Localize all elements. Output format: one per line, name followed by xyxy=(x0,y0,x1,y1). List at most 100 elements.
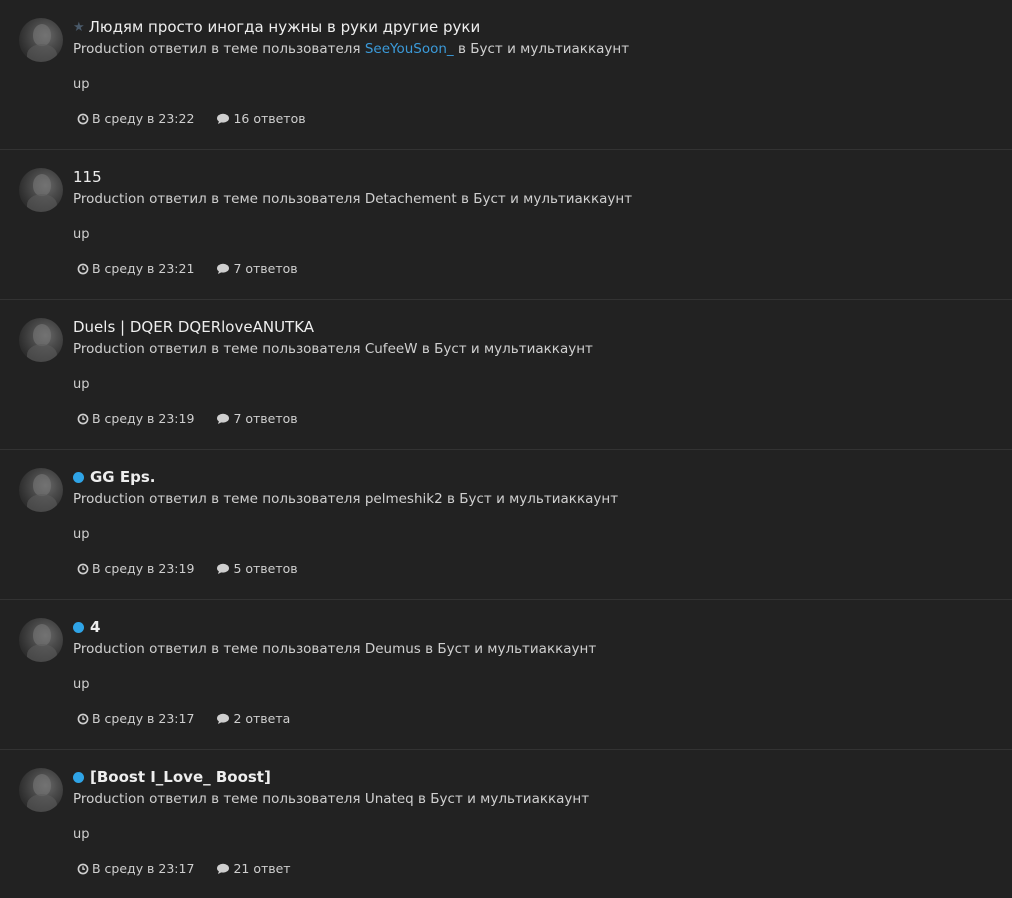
forum-link[interactable]: Буст и мультиаккаунт xyxy=(473,191,632,207)
clock-icon xyxy=(77,413,89,424)
topic-author-link[interactable]: SeeYouSoon_ xyxy=(365,41,454,57)
comment-icon xyxy=(217,263,230,274)
unread-dot-icon xyxy=(73,621,84,633)
action-text: ответил в теме пользователя xyxy=(149,191,361,207)
post-time[interactable]: В среду в 23:19 xyxy=(77,561,194,576)
topic-title-link[interactable]: 115 xyxy=(73,168,102,186)
star-icon: ★ xyxy=(73,19,85,35)
in-label: в xyxy=(460,191,469,207)
action-text: ответил в теме пользователя xyxy=(149,491,361,507)
post-time-text: В среду в 23:17 xyxy=(92,861,195,876)
clock-icon xyxy=(77,563,89,574)
topic-title-text: Людям просто иногда нужны в руки другие … xyxy=(88,18,481,36)
forum-link[interactable]: Буст и мультиаккаунт xyxy=(434,341,593,357)
activity-entry: 115 Production ответил в теме пользовате… xyxy=(0,150,1012,300)
forum-link[interactable]: Буст и мультиаккаунт xyxy=(459,491,618,507)
topic-author-link[interactable]: Detachement xyxy=(365,191,457,207)
action-text: ответил в теме пользователя xyxy=(149,641,361,657)
forum-link[interactable]: Буст и мультиаккаунт xyxy=(437,641,596,657)
avatar[interactable] xyxy=(19,168,63,212)
post-time-text: В среду в 23:19 xyxy=(92,561,195,576)
topic-author-link[interactable]: Unateq xyxy=(365,791,414,807)
in-label: в xyxy=(418,791,426,807)
clock-icon xyxy=(77,263,89,274)
activity-entry: Duels | DQER DQERloveANUTKA Production о… xyxy=(0,300,1012,450)
action-text: ответил в теме пользователя xyxy=(149,41,361,57)
topic-title-link[interactable]: 4 xyxy=(73,618,100,636)
comment-icon xyxy=(217,113,230,124)
clock-icon xyxy=(77,863,89,874)
action-text: ответил в теме пользователя xyxy=(149,791,361,807)
author-link[interactable]: Production xyxy=(73,491,145,507)
entry-footer: В среду в 23:21 7 ответов xyxy=(77,261,298,276)
replies-count[interactable]: 2 ответа xyxy=(216,711,290,726)
post-time[interactable]: В среду в 23:19 xyxy=(77,411,194,426)
post-time[interactable]: В среду в 23:17 xyxy=(77,711,194,726)
post-snippet: up xyxy=(73,827,90,842)
post-time-text: В среду в 23:17 xyxy=(92,711,195,726)
topic-title-link[interactable]: [Boost I_Love_ Boost] xyxy=(73,768,271,786)
topic-title-link[interactable]: Duels | DQER DQERloveANUTKA xyxy=(73,318,314,336)
entry-footer: В среду в 23:19 5 ответов xyxy=(77,561,298,576)
activity-feed: ★ Людям просто иногда нужны в руки други… xyxy=(0,0,1012,898)
post-time-text: В среду в 23:19 xyxy=(92,411,195,426)
replies-count-text: 2 ответа xyxy=(233,711,291,726)
forum-link[interactable]: Буст и мультиаккаунт xyxy=(430,791,589,807)
activity-entry: [Boost I_Love_ Boost] Production ответил… xyxy=(0,750,1012,898)
action-text: ответил в теме пользователя xyxy=(149,341,361,357)
activity-entry: GG Eps. Production ответил в теме пользо… xyxy=(0,450,1012,600)
in-label: в xyxy=(421,341,430,357)
author-link[interactable]: Production xyxy=(73,341,145,357)
author-link[interactable]: Production xyxy=(73,641,145,657)
post-time[interactable]: В среду в 23:21 xyxy=(77,261,194,276)
activity-entry: ★ Людям просто иногда нужны в руки други… xyxy=(0,0,1012,150)
replies-count[interactable]: 5 ответов xyxy=(216,561,298,576)
topic-title-text: [Boost I_Love_ Boost] xyxy=(90,768,271,786)
author-link[interactable]: Production xyxy=(73,41,145,57)
topic-author-link[interactable]: Deumus xyxy=(365,641,421,657)
in-label: в xyxy=(446,491,455,507)
avatar[interactable] xyxy=(19,468,63,512)
topic-title-text: 115 xyxy=(73,168,102,186)
topic-title-text: GG Eps. xyxy=(90,468,156,486)
topic-author-link[interactable]: CufeeW xyxy=(365,341,418,357)
replies-count[interactable]: 16 ответов xyxy=(216,111,306,126)
replies-count[interactable]: 7 ответов xyxy=(216,261,298,276)
replies-count[interactable]: 7 ответов xyxy=(216,411,298,426)
topic-title-link[interactable]: GG Eps. xyxy=(73,468,155,486)
replies-count[interactable]: 21 ответ xyxy=(216,861,291,876)
comment-icon xyxy=(217,713,230,724)
activity-meta: Production ответил в теме пользователя C… xyxy=(73,341,593,357)
replies-count-text: 7 ответов xyxy=(233,411,298,426)
topic-author-link[interactable]: pelmeshik2 xyxy=(365,491,443,507)
avatar[interactable] xyxy=(19,18,63,62)
avatar[interactable] xyxy=(19,768,63,812)
post-time-text: В среду в 23:22 xyxy=(92,111,195,126)
replies-count-text: 16 ответов xyxy=(233,111,306,126)
replies-count-text: 5 ответов xyxy=(233,561,298,576)
forum-link[interactable]: Буст и мультиаккаунт xyxy=(470,41,629,57)
post-time[interactable]: В среду в 23:22 xyxy=(77,111,194,126)
activity-meta: Production ответил в теме пользователя p… xyxy=(73,491,618,507)
activity-meta: Production ответил в теме пользователя D… xyxy=(73,641,596,657)
replies-count-text: 21 ответ xyxy=(233,861,291,876)
activity-meta: Production ответил в теме пользователя S… xyxy=(73,41,629,57)
in-label: в xyxy=(457,41,466,57)
post-time[interactable]: В среду в 23:17 xyxy=(77,861,194,876)
replies-count-text: 7 ответов xyxy=(233,261,298,276)
activity-entry: 4 Production ответил в теме пользователя… xyxy=(0,600,1012,750)
author-link[interactable]: Production xyxy=(73,791,145,807)
activity-meta: Production ответил в теме пользователя D… xyxy=(73,191,632,207)
post-snippet: up xyxy=(73,377,90,392)
author-link[interactable]: Production xyxy=(73,191,145,207)
post-snippet: up xyxy=(73,677,90,692)
topic-title-link[interactable]: ★ Людям просто иногда нужны в руки други… xyxy=(73,18,480,36)
clock-icon xyxy=(77,113,89,124)
activity-meta: Production ответил в теме пользователя U… xyxy=(73,791,589,807)
topic-title-text: 4 xyxy=(90,618,101,636)
avatar[interactable] xyxy=(19,618,63,662)
avatar[interactable] xyxy=(19,318,63,362)
topic-title-text: Duels | DQER DQERloveANUTKA xyxy=(73,318,315,336)
entry-footer: В среду в 23:17 2 ответа xyxy=(77,711,290,726)
entry-footer: В среду в 23:22 16 ответов xyxy=(77,111,306,126)
